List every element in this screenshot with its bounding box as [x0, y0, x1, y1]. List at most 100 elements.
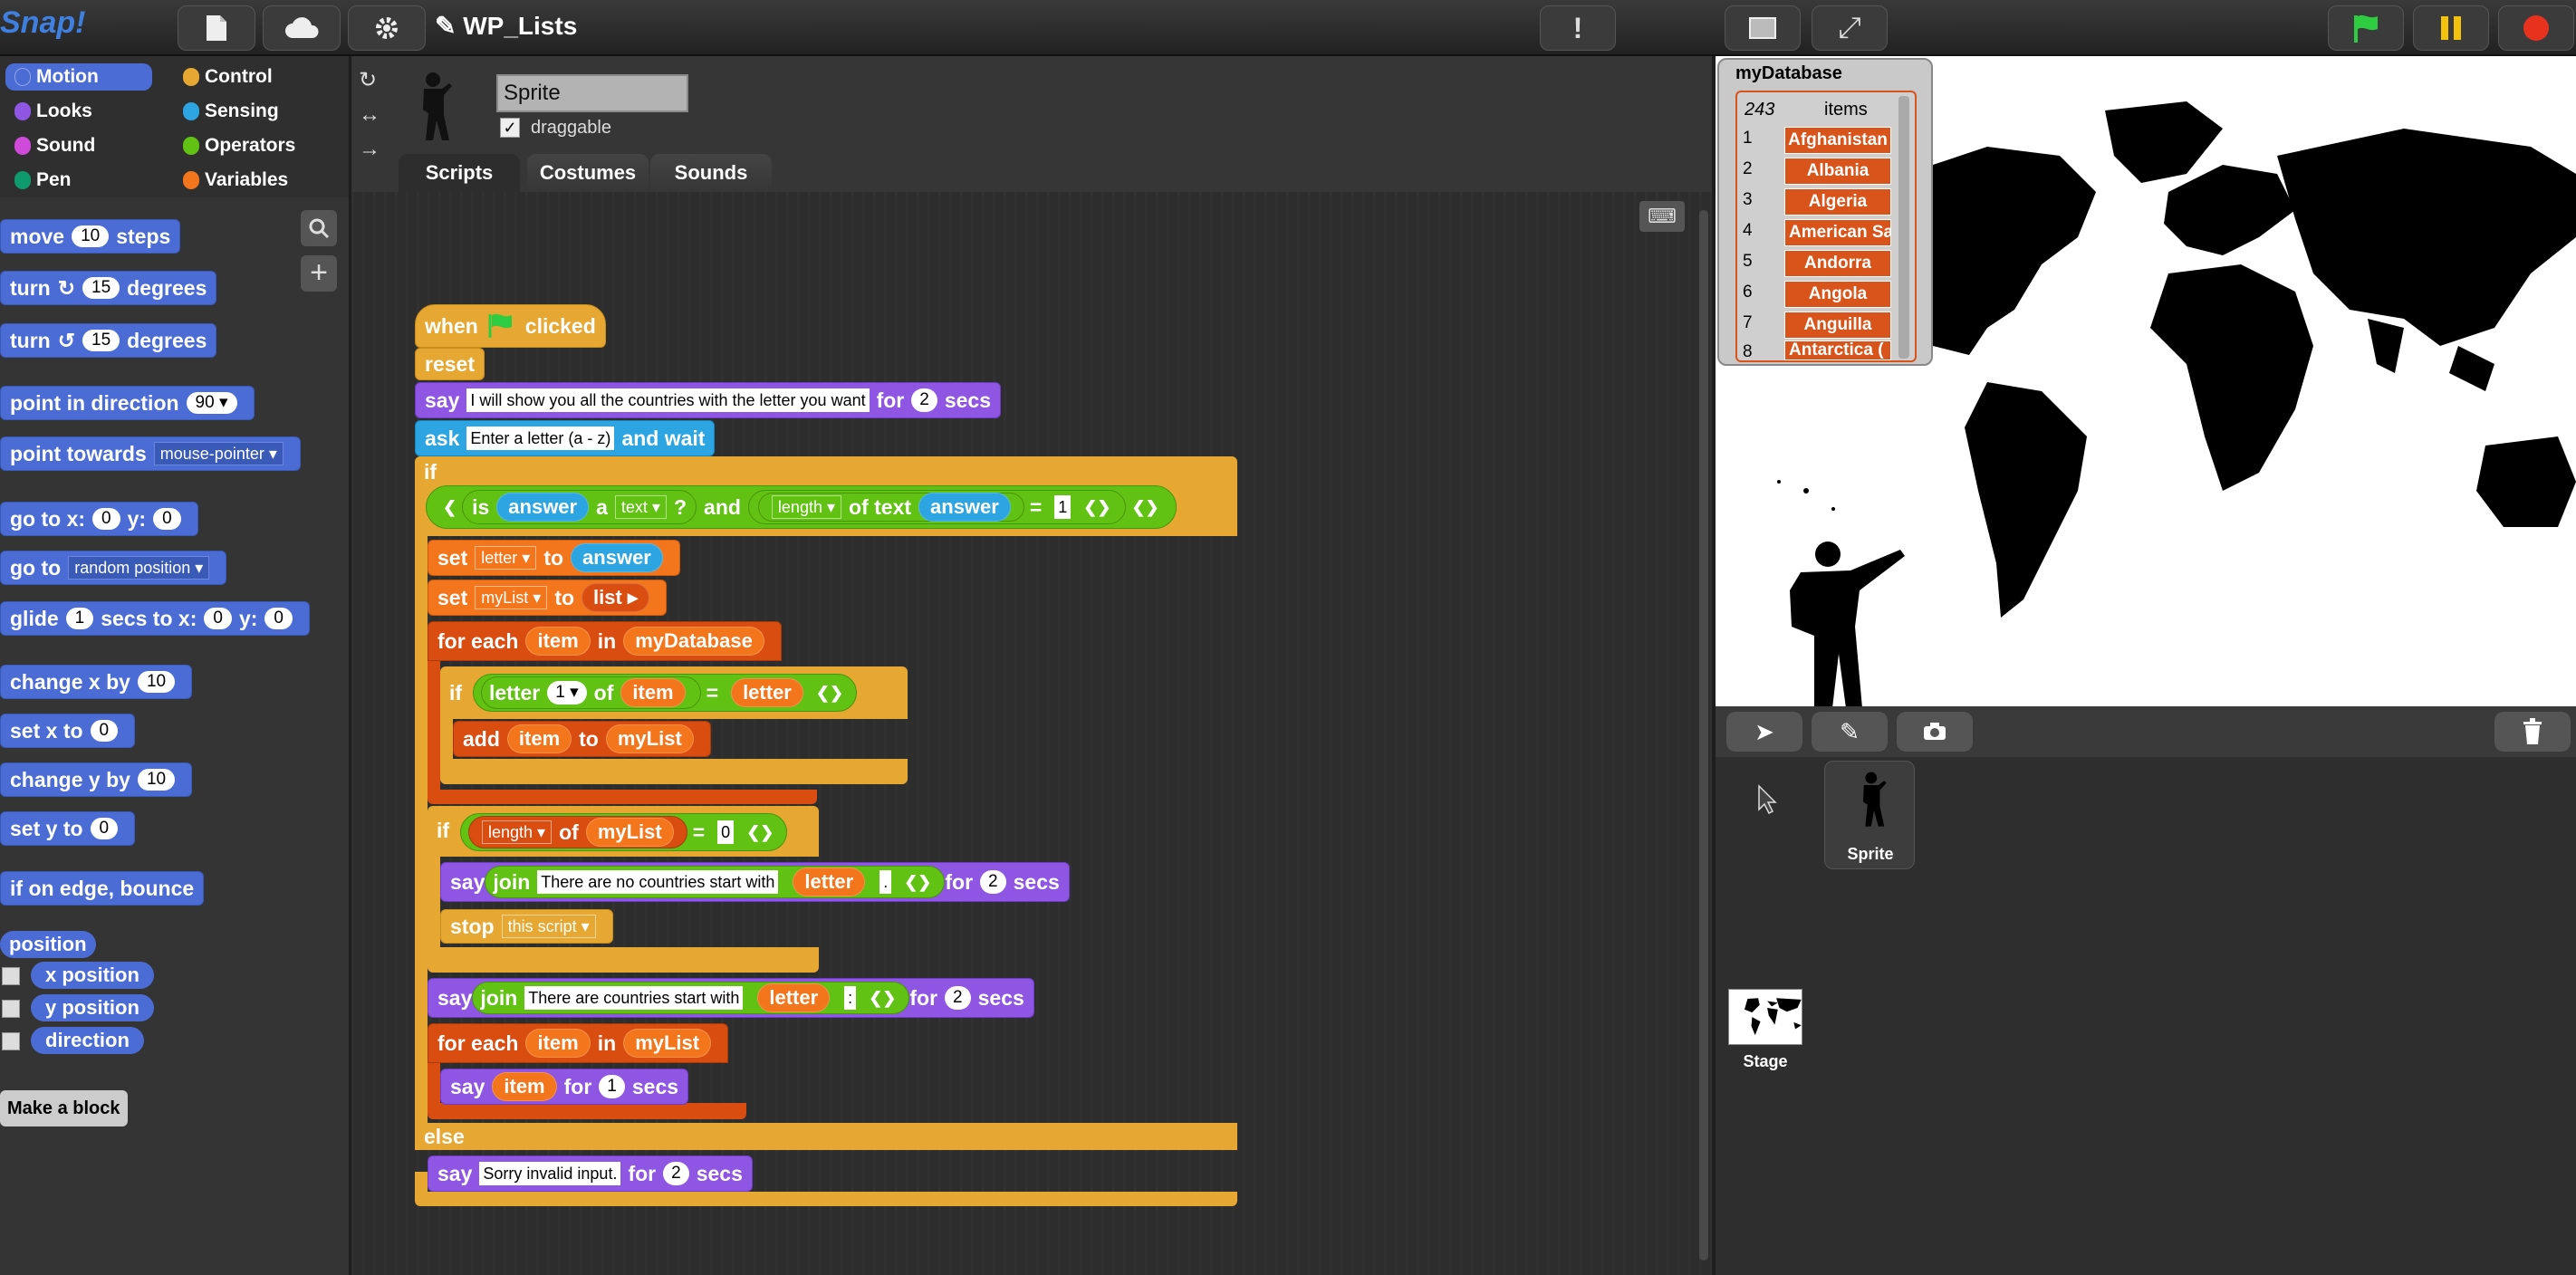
length-dropdown[interactable]: length ▾: [482, 820, 553, 844]
category-sensing[interactable]: Sensing: [174, 98, 321, 125]
number-input[interactable]: 0: [717, 820, 735, 844]
join-text-input[interactable]: .: [879, 870, 892, 894]
when-flag-clicked-hat[interactable]: when clicked: [415, 304, 606, 348]
direction-reporter[interactable]: direction: [31, 1027, 144, 1054]
secs-input[interactable]: 2: [945, 986, 971, 1010]
letter-variable[interactable]: letter: [793, 868, 866, 896]
towards-dropdown[interactable]: mouse-pointer ▾: [153, 442, 284, 465]
make-block-button[interactable]: Make a block: [0, 1090, 128, 1126]
secs-input[interactable]: 1: [599, 1075, 625, 1098]
number-input[interactable]: 1: [1054, 495, 1072, 519]
arrows-icon[interactable]: ❮❯: [869, 989, 896, 1008]
list-item[interactable]: Albania: [1784, 158, 1891, 185]
length-of-text-reporter[interactable]: length ▾ of text answer: [757, 493, 1024, 522]
item-variable[interactable]: item: [506, 724, 572, 753]
secs-input[interactable]: 2: [663, 1162, 689, 1185]
y-input[interactable]: 0: [264, 608, 293, 629]
green-flag-icon[interactable]: [2328, 5, 2404, 51]
length-dropdown[interactable]: length ▾: [771, 495, 842, 519]
position-reporter[interactable]: position: [0, 931, 96, 958]
trash-icon[interactable]: [2494, 712, 2571, 752]
arrows-icon[interactable]: ❮❯: [816, 684, 843, 703]
list-item[interactable]: American Samoa: [1784, 219, 1891, 246]
list-reporter[interactable]: list ▸: [582, 583, 649, 612]
say-invalid-block[interactable]: say Sorry invalid input. for 2 secs: [428, 1155, 753, 1192]
list-item[interactable]: Andorra: [1784, 250, 1891, 277]
arrows-icon[interactable]: ❮❯: [904, 873, 931, 892]
equals-predicate[interactable]: length ▾ of text answer = 1 ❮❯: [747, 490, 1127, 524]
letter-variable[interactable]: letter: [731, 678, 803, 707]
direction-input[interactable]: 90 ▾: [186, 392, 237, 414]
snap-logo[interactable]: Snap!: [0, 5, 85, 49]
set-y-block[interactable]: set y to 0: [0, 811, 136, 846]
turtle-icon[interactable]: ➤: [1726, 712, 1802, 752]
set-mylist-block[interactable]: set myList ▾ to list ▸: [428, 580, 667, 616]
answer-reporter[interactable]: answer: [918, 493, 1011, 522]
for-each-block[interactable]: for each item in myList: [428, 1023, 729, 1063]
type-dropdown[interactable]: text ▾: [614, 495, 667, 519]
answer-reporter[interactable]: answer: [496, 493, 590, 522]
item-variable[interactable]: item: [620, 678, 686, 707]
category-variables[interactable]: Variables: [174, 167, 321, 194]
tab-sounds[interactable]: Sounds: [650, 154, 772, 192]
value-input[interactable]: 10: [137, 769, 176, 791]
add-block-icon[interactable]: +: [301, 255, 337, 292]
for-each-block[interactable]: for each item in myDatabase: [428, 621, 782, 661]
move-block[interactable]: move 10 steps: [0, 219, 181, 254]
watcher-scrollbar[interactable]: [1898, 96, 1909, 359]
say-for-secs-block[interactable]: say I will show you all the countries wit…: [415, 382, 1002, 418]
mydatabase-reporter[interactable]: myDatabase: [623, 627, 764, 656]
say-item-block[interactable]: say item for 1 secs: [440, 1069, 689, 1105]
item-variable[interactable]: item: [525, 1029, 591, 1058]
y-input[interactable]: 0: [153, 508, 181, 530]
category-sound[interactable]: Sound: [5, 132, 152, 159]
is-a-type-predicate[interactable]: is answer a text ▾?: [462, 490, 697, 524]
turn-ccw-block[interactable]: turn ↺ 15 degrees: [0, 323, 217, 358]
arrows-icon[interactable]: ❮❯: [1131, 498, 1158, 517]
reset-block[interactable]: reset: [415, 348, 485, 380]
goto-xy-block[interactable]: go to x: 0 y: 0: [0, 502, 198, 536]
goto-block[interactable]: go to random position ▾: [0, 551, 227, 585]
join-reporter[interactable]: join There are no countries start with let…: [485, 866, 946, 898]
value-input[interactable]: 10: [137, 671, 176, 693]
glide-block[interactable]: glide 1 secs to x: 0 y: 0: [0, 601, 310, 636]
change-x-block[interactable]: change x by 10: [0, 665, 193, 699]
secs-input[interactable]: 2: [980, 870, 1006, 894]
secs-input[interactable]: 2: [911, 388, 937, 412]
turn-cw-block[interactable]: turn ↻ 15 degrees: [0, 271, 217, 305]
sprite-name-field[interactable]: [496, 74, 688, 112]
else-bar[interactable]: [415, 1123, 1237, 1150]
camera-icon[interactable]: [1897, 712, 1973, 752]
degrees-input[interactable]: 15: [82, 330, 120, 351]
and-condition[interactable]: ❮ is answer a text ▾? and length ▾ of text an…: [426, 485, 1177, 529]
list-item[interactable]: Angola: [1784, 281, 1891, 308]
ask-text-input[interactable]: Enter a letter (a - z): [466, 427, 615, 450]
x-input[interactable]: 0: [92, 508, 120, 530]
list-watcher-mydatabase[interactable]: myDatabase 243 items 1 Afghanistan 2 Alb…: [1717, 58, 1933, 366]
arrows-icon[interactable]: ❮❯: [1083, 498, 1110, 517]
set-x-block[interactable]: set x to 0: [0, 714, 136, 748]
stop-dropdown[interactable]: this script ▾: [501, 915, 596, 938]
direction-checkbox[interactable]: [2, 1032, 20, 1050]
join-text-input[interactable]: :: [844, 986, 857, 1010]
point-direction-block[interactable]: point in direction 90 ▾: [0, 386, 255, 420]
change-y-block[interactable]: change y by 10: [0, 762, 193, 797]
say-join-block[interactable]: say join There are countries start with le…: [428, 978, 1034, 1018]
letter-of-reporter[interactable]: letter 1 ▾ of item: [481, 676, 701, 709]
point-towards-block[interactable]: point towards mouse-pointer ▾: [0, 436, 301, 471]
ask-and-wait-block[interactable]: ask Enter a letter (a - z) and wait: [415, 420, 716, 456]
var-dropdown[interactable]: letter ▾: [475, 546, 537, 570]
add-to-list-block[interactable]: add item to myList: [453, 721, 711, 757]
set-letter-block[interactable]: set letter ▾ to answer: [428, 540, 680, 576]
secs-input[interactable]: 1: [65, 608, 94, 629]
stop-block[interactable]: stop this script ▾: [440, 909, 613, 944]
letter-variable[interactable]: letter: [757, 983, 831, 1012]
category-looks[interactable]: Looks: [5, 98, 152, 125]
unused-blocks-icon[interactable]: !︎: [1540, 5, 1616, 51]
mylist-reporter[interactable]: myList: [623, 1029, 712, 1058]
category-motion[interactable]: Motion: [5, 63, 152, 91]
gear-icon[interactable]: [348, 5, 426, 51]
x-position-checkbox[interactable]: [2, 967, 20, 985]
item-variable[interactable]: item: [492, 1072, 557, 1101]
stage-icon[interactable]: Stage: [1728, 989, 1802, 1072]
